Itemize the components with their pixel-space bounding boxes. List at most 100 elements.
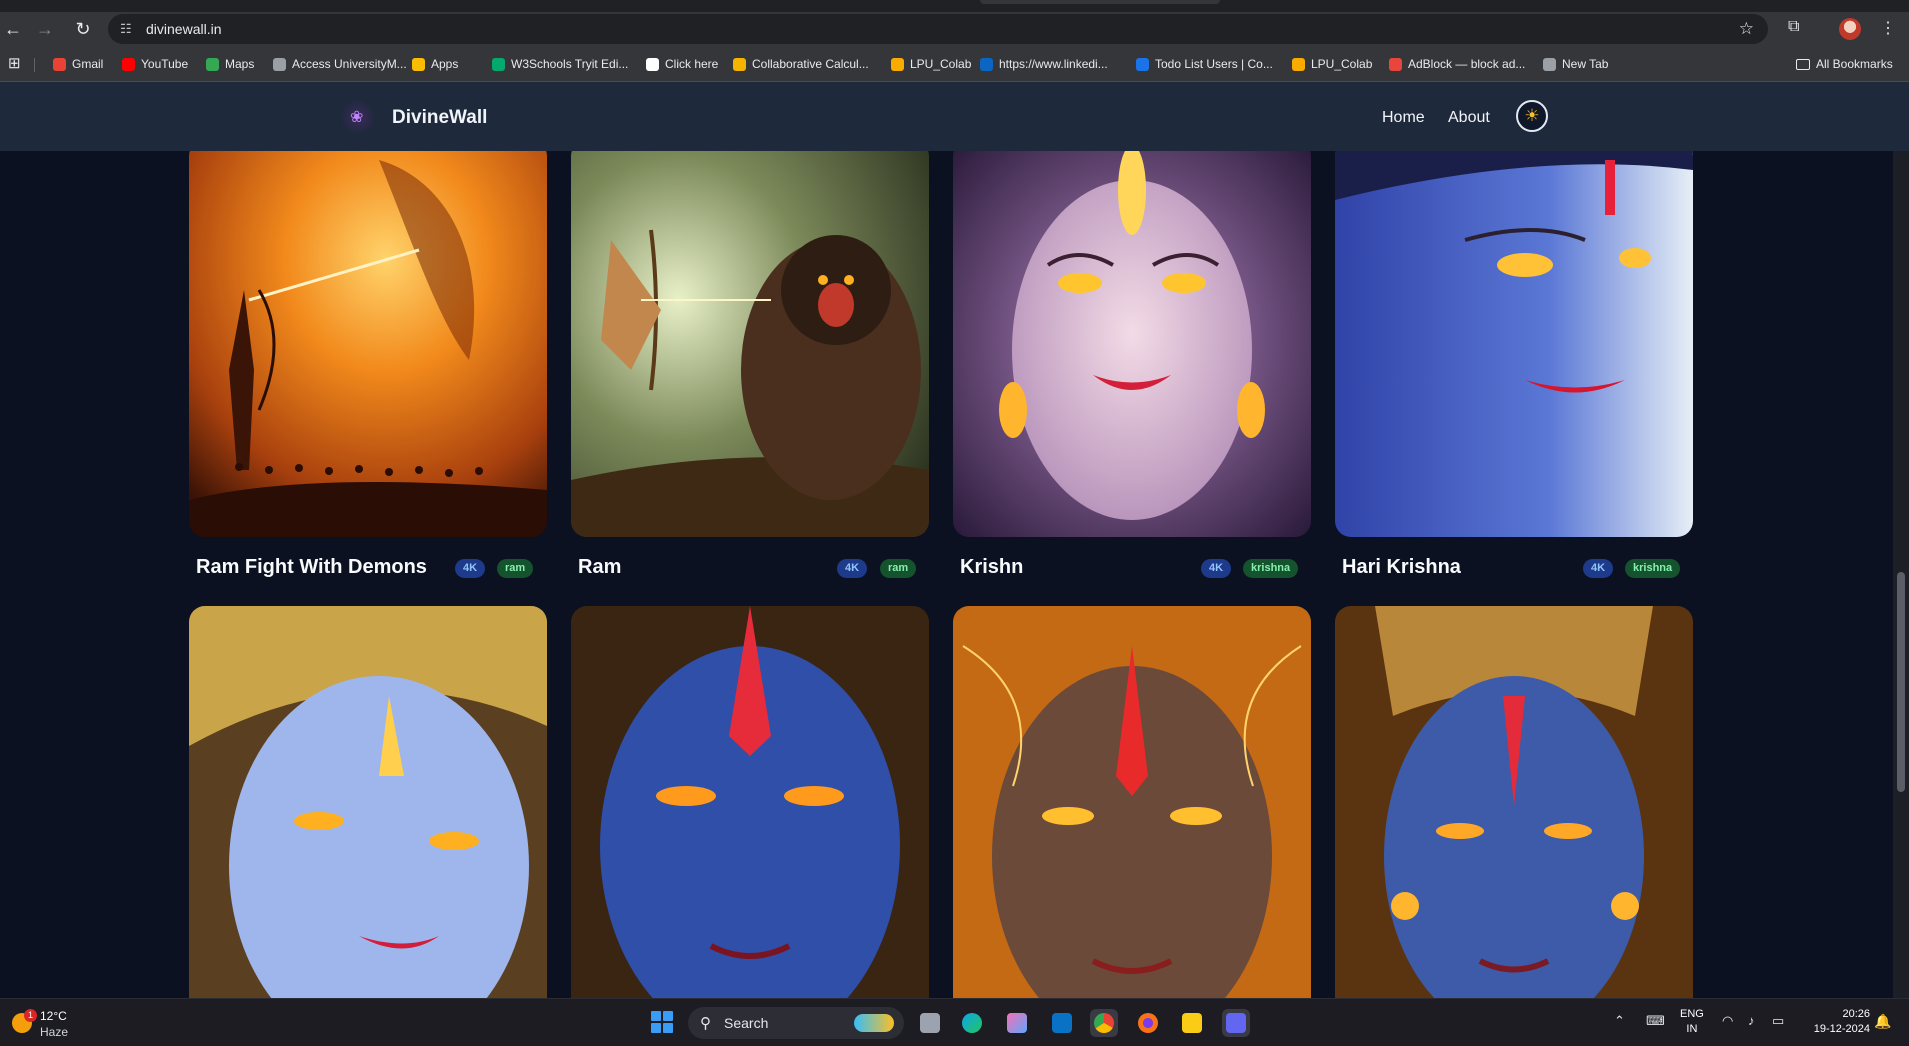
- bookmark-label: Collaborative Calcul...: [752, 57, 869, 71]
- bookmark-item[interactable]: New Tab: [1543, 56, 1608, 72]
- tag-badge[interactable]: krishna: [1243, 559, 1299, 578]
- globe-icon: [1543, 57, 1556, 71]
- bookmark-item[interactable]: Click here: [646, 56, 718, 72]
- battery-icon[interactable]: ▭: [1772, 1013, 1784, 1029]
- bookmark-item[interactable]: Apps: [412, 56, 458, 72]
- profile-avatar[interactable]: [1839, 18, 1861, 40]
- bookmark-label: New Tab: [1562, 57, 1609, 71]
- card-title[interactable]: Ram Fight With Demons: [196, 556, 427, 579]
- notification-count-badge: 1: [24, 1009, 37, 1022]
- edge-browser-icon[interactable]: [958, 1009, 986, 1037]
- wallpaper-image-hari-krishna[interactable]: [1335, 140, 1693, 537]
- tag-badge[interactable]: ram: [880, 559, 917, 578]
- bookmark-label: W3Schools Tryit Edi...: [511, 57, 629, 71]
- clock-date: 19-12-2024: [1813, 1023, 1870, 1035]
- wallpaper-image-fierce-gold[interactable]: [953, 606, 1311, 1002]
- card-title[interactable]: Ram: [578, 556, 621, 579]
- page-scrollbar[interactable]: [1893, 82, 1909, 998]
- tag-badge[interactable]: krishna: [1625, 559, 1681, 578]
- file-explorer-icon[interactable]: [1178, 1009, 1206, 1037]
- windows-taskbar: 1 12°C Haze ⚲ Search ⌃ ⌨ ENG IN ◠ ♪ ▭ 20:…: [0, 998, 1909, 1046]
- search-label: Search: [724, 1015, 769, 1031]
- bookmark-item[interactable]: LPU_Colab: [1292, 56, 1372, 72]
- address-bar[interactable]: ☷ divinewall.in ☆: [108, 14, 1768, 44]
- tag-badge[interactable]: ram: [497, 559, 534, 578]
- bookmark-label: YouTube: [141, 57, 189, 71]
- lang-code: ENG: [1680, 1008, 1704, 1020]
- bookmark-label: LPU_Colab: [1311, 57, 1373, 71]
- input-language[interactable]: ENG IN: [1680, 1007, 1704, 1037]
- bookmark-item[interactable]: Gmail: [53, 56, 103, 72]
- nav-home-link[interactable]: Home: [1382, 109, 1425, 127]
- bookmarks-separator: [34, 58, 35, 72]
- wallpaper-image-ram-fight[interactable]: [189, 140, 547, 537]
- wallpaper-image-krishn[interactable]: [953, 140, 1311, 537]
- forward-icon[interactable]: →: [32, 16, 58, 42]
- all-bookmarks-button[interactable]: All Bookmarks: [1796, 56, 1893, 72]
- volume-icon[interactable]: ♪: [1748, 1013, 1755, 1028]
- windows-start-icon[interactable]: [651, 1011, 673, 1033]
- active-tab-edge: [980, 0, 1220, 4]
- bookmark-item[interactable]: YouTube: [122, 56, 188, 72]
- theme-toggle-sun-icon[interactable]: ☀: [1516, 100, 1548, 132]
- bookmark-item[interactable]: Maps: [206, 56, 254, 72]
- reload-icon[interactable]: ↻: [70, 16, 96, 42]
- bookmark-item[interactable]: https://www.linkedi...: [980, 56, 1108, 72]
- bookmark-item[interactable]: Todo List Users | Co...: [1136, 56, 1273, 72]
- wallpaper-image-ram[interactable]: [571, 140, 929, 537]
- apps-grid-icon: [412, 57, 425, 71]
- copilot-icon[interactable]: [1003, 1009, 1031, 1037]
- url-text[interactable]: divinewall.in: [146, 21, 221, 37]
- wallpaper-image-krishna-crown[interactable]: [189, 606, 547, 1002]
- taskbar-search[interactable]: ⚲ Search: [688, 1007, 904, 1039]
- site-brand[interactable]: DivineWall: [392, 107, 487, 129]
- bookmark-star-icon[interactable]: ☆: [1739, 19, 1754, 39]
- weather-condition-text: Haze: [40, 1025, 69, 1039]
- wallpaper-image-fierce-crown[interactable]: [1335, 606, 1693, 1002]
- nav-about-link[interactable]: About: [1448, 109, 1490, 127]
- region-code: IN: [1686, 1023, 1698, 1035]
- bookmark-item[interactable]: LPU_Colab: [891, 56, 971, 72]
- all-bookmarks-label: All Bookmarks: [1816, 57, 1893, 71]
- youtube-icon: [122, 57, 135, 71]
- amazon-icon: [646, 57, 659, 71]
- outlook-icon[interactable]: [1048, 1009, 1076, 1037]
- wifi-icon[interactable]: ◠: [1722, 1013, 1733, 1029]
- system-clock[interactable]: 20:26 19-12-2024: [1800, 1007, 1870, 1037]
- bookmark-item[interactable]: W3Schools Tryit Edi...: [492, 56, 628, 72]
- notification-bell-icon[interactable]: 🔔: [1874, 1013, 1891, 1030]
- card-title[interactable]: Hari Krishna: [1342, 556, 1461, 579]
- folder-icon: [1796, 58, 1810, 70]
- code-editor-icon[interactable]: [1222, 1009, 1250, 1037]
- bookmark-label: LPU_Colab: [910, 57, 972, 71]
- adblock-icon: [1389, 57, 1402, 71]
- linkedin-icon: [980, 57, 993, 71]
- calculator-icon: [733, 57, 746, 71]
- apps-grid-icon[interactable]: ⊞: [8, 55, 21, 72]
- site-settings-icon[interactable]: ☷: [120, 21, 136, 37]
- extensions-icon[interactable]: ⧉: [1788, 18, 1799, 36]
- card-title[interactable]: Krishn: [960, 556, 1023, 579]
- search-highlight-graphic: [854, 1014, 894, 1032]
- maps-icon: [206, 57, 219, 71]
- globe-icon: [273, 57, 286, 71]
- show-hidden-icons-chevron-icon[interactable]: ⌃: [1614, 1013, 1625, 1029]
- menu-icon[interactable]: ⋮: [1880, 18, 1896, 38]
- wallpaper-image-fierce-blue[interactable]: [571, 606, 929, 1002]
- bookmark-label: Gmail: [72, 57, 104, 71]
- keyboard-icon[interactable]: ⌨: [1646, 1013, 1665, 1029]
- w3schools-icon: [492, 57, 505, 71]
- lotus-logo-icon[interactable]: ❀: [341, 100, 375, 134]
- clock-time: 20:26: [1842, 1008, 1870, 1020]
- scrollbar-thumb[interactable]: [1897, 572, 1905, 792]
- back-icon[interactable]: ←: [0, 16, 26, 42]
- firefox-icon[interactable]: [1134, 1009, 1162, 1037]
- c-icon: [1136, 57, 1149, 71]
- bookmark-item[interactable]: AdBlock — block ad...: [1389, 56, 1525, 72]
- chrome-icon[interactable]: [1090, 1009, 1118, 1037]
- bookmark-item[interactable]: Collaborative Calcul...: [733, 56, 869, 72]
- colab-icon: [1292, 57, 1305, 71]
- temperature-text: 12°C: [40, 1009, 67, 1023]
- task-view-icon[interactable]: [916, 1009, 944, 1037]
- bookmark-item[interactable]: Access UniversityM...: [273, 56, 407, 72]
